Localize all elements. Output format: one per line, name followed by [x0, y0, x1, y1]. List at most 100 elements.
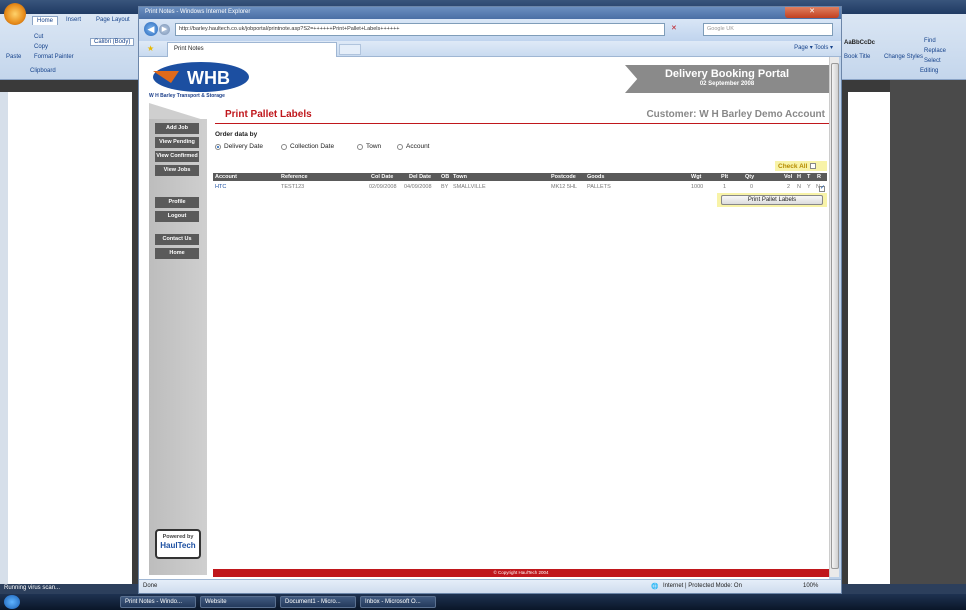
favorites-star-icon[interactable]: ★	[147, 44, 154, 53]
print-pallet-labels-button[interactable]: Print Pallet Labels	[721, 195, 823, 205]
cell-ob: BY	[441, 184, 449, 190]
style-sample[interactable]: AaBbCcDc	[844, 40, 875, 46]
portal-banner: Delivery Booking Portal 02 September 200…	[625, 65, 829, 93]
forward-icon[interactable]: ▶	[159, 24, 170, 35]
nav-view-jobs[interactable]: View Jobs	[155, 165, 199, 176]
paste-button[interactable]: Paste	[6, 54, 21, 60]
font-name-select[interactable]: Calibri (Body)	[90, 38, 135, 46]
nav-add-job[interactable]: Add Job	[155, 123, 199, 134]
format-painter-button[interactable]: Format Painter	[34, 54, 74, 60]
col-vol: Vol	[784, 174, 793, 180]
cell-plt: 1	[723, 184, 727, 190]
new-tab-button[interactable]	[339, 44, 361, 55]
style-book-title[interactable]: Book Title	[844, 54, 870, 60]
window-close-button[interactable]: ✕	[785, 7, 839, 18]
document-page-right[interactable]	[848, 92, 890, 584]
tab-title: Print Notes	[174, 46, 204, 52]
taskbar-item-ie[interactable]: Print Notes - Windo...	[120, 596, 196, 608]
page-title: Print Pallet Labels	[225, 109, 312, 120]
check-all[interactable]: Check All	[775, 161, 827, 171]
powered-by-badge[interactable]: Powered by HaulTech	[155, 529, 201, 559]
replace-button[interactable]: Replace	[924, 48, 946, 54]
row-checkbox[interactable]	[819, 184, 825, 192]
taskbar: Print Notes - Windo... Website Document1…	[0, 594, 966, 610]
address-input[interactable]: http://barley.haultech.co.uk/jobportal/p…	[175, 23, 665, 36]
page-footer: © Copyright HaulTech 2004	[213, 569, 829, 577]
radio-dot[interactable]	[397, 143, 403, 150]
col-account: Account	[215, 174, 237, 180]
nav-profile[interactable]: Profile	[155, 197, 199, 208]
col-wgt: Wgt	[691, 174, 702, 180]
start-button[interactable]	[4, 595, 20, 609]
globe-icon: 🌐	[651, 584, 659, 590]
cell-goods: PALLETS	[587, 184, 611, 190]
refresh-stop-icon[interactable]: ✕	[671, 24, 677, 32]
col-t: T	[807, 174, 811, 180]
powered-by-brand: HaulTech	[160, 541, 196, 550]
search-input[interactable]: Google UK	[703, 23, 833, 36]
find-button[interactable]: Find	[924, 38, 936, 44]
table-header: Account Reference Col Date Del Date OB T…	[213, 173, 827, 181]
radio-label: Delivery Date	[224, 143, 264, 150]
back-icon[interactable]: ◀	[144, 22, 158, 36]
radio-label: Collection Date	[290, 143, 335, 150]
word-tab-page-layout[interactable]: Page Layout	[92, 16, 134, 24]
check-all-checkbox[interactable]	[810, 163, 817, 169]
vertical-ruler	[0, 92, 8, 584]
col-col-date: Col Date	[371, 174, 394, 180]
vertical-scrollbar[interactable]	[829, 57, 839, 577]
cell-reference: TEST123	[281, 184, 305, 190]
cell-wgt: 1000	[691, 184, 704, 190]
check-all-label: Check All	[778, 162, 808, 170]
radio-town[interactable]: Town	[357, 143, 381, 150]
taskbar-item-outlook[interactable]: Inbox - Microsoft O...	[360, 596, 436, 608]
col-del-date: Del Date	[409, 174, 432, 180]
col-postcode: Postcode	[551, 174, 576, 180]
radio-collection-date[interactable]: Collection Date	[281, 143, 334, 150]
cell-town: SMALLVILLE	[453, 184, 486, 190]
word-background	[890, 80, 966, 590]
taskbar-item-word[interactable]: Document1 - Micro...	[280, 596, 356, 608]
whb-logo: WHB	[153, 62, 249, 92]
nav-logout[interactable]: Logout	[155, 211, 199, 222]
document-page[interactable]	[8, 92, 132, 584]
ie-status-bar: Done 🌐 Internet | Protected Mode: On 100…	[139, 579, 841, 593]
status-text: Done	[143, 583, 158, 589]
radio-dot-selected[interactable]	[215, 143, 221, 150]
portal-title: Delivery Booking Portal	[664, 68, 790, 80]
cell-account[interactable]: HTC	[215, 184, 226, 190]
nav-contact-us[interactable]: Contact Us	[155, 234, 199, 245]
tab-print-notes[interactable]: Print Notes	[167, 42, 337, 57]
radio-account[interactable]: Account	[397, 143, 430, 150]
word-status-text: Running virus scan...	[4, 585, 61, 591]
select-button[interactable]: Select	[924, 58, 941, 64]
ie-titlebar: Print Notes - Windows Internet Explorer	[139, 7, 841, 19]
radio-dot[interactable]	[357, 143, 363, 150]
ie-window: Print Notes - Windows Internet Explorer …	[138, 6, 842, 594]
zoom-level[interactable]: 100%	[803, 583, 818, 589]
col-town: Town	[453, 174, 467, 180]
word-tab-insert[interactable]: Insert	[62, 16, 85, 24]
col-plt: Plt	[721, 174, 729, 180]
radio-delivery-date[interactable]: Delivery Date	[215, 143, 263, 150]
word-tab-home[interactable]: Home	[32, 16, 59, 25]
nav-view-confirmed[interactable]: View Confirmed	[155, 151, 199, 162]
radio-dot[interactable]	[281, 143, 287, 150]
cell-del-date: 04/09/2008	[404, 184, 432, 190]
command-menu[interactable]: Page ▾ Tools ▾	[794, 44, 833, 51]
nav-home[interactable]: Home	[155, 248, 199, 259]
nav-view-pending[interactable]: View Pending	[155, 137, 199, 148]
copy-button[interactable]: Copy	[34, 44, 48, 50]
clipboard-group-label: Clipboard	[30, 68, 56, 74]
cut-button[interactable]: Cut	[34, 34, 43, 40]
cell-vol: 2	[787, 184, 791, 190]
col-qty: Qty	[745, 174, 755, 180]
change-styles-button[interactable]: Change Styles	[884, 54, 923, 60]
scroll-thumb[interactable]	[831, 63, 839, 569]
ie-title: Print Notes - Windows Internet Explorer	[145, 9, 251, 15]
security-zone[interactable]: Internet | Protected Mode: On	[663, 583, 742, 589]
taskbar-item-website[interactable]: Website	[200, 596, 276, 608]
col-ob: OB	[441, 174, 450, 180]
col-h: H	[797, 174, 801, 180]
sidebar: Add Job View Pending View Confirmed View…	[149, 119, 207, 575]
